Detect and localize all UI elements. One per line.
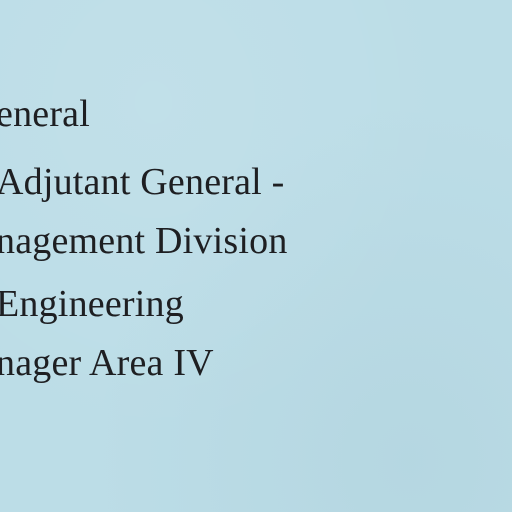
document-page: eneral Adjutant General - nagement Divis…: [0, 0, 512, 512]
text-line: eneral: [0, 93, 91, 135]
text-line: Engineering: [0, 283, 184, 325]
text-line: Adjutant General -: [0, 161, 285, 203]
text-line: nager Area IV: [0, 342, 214, 384]
text-line: nagement Division: [0, 220, 288, 262]
